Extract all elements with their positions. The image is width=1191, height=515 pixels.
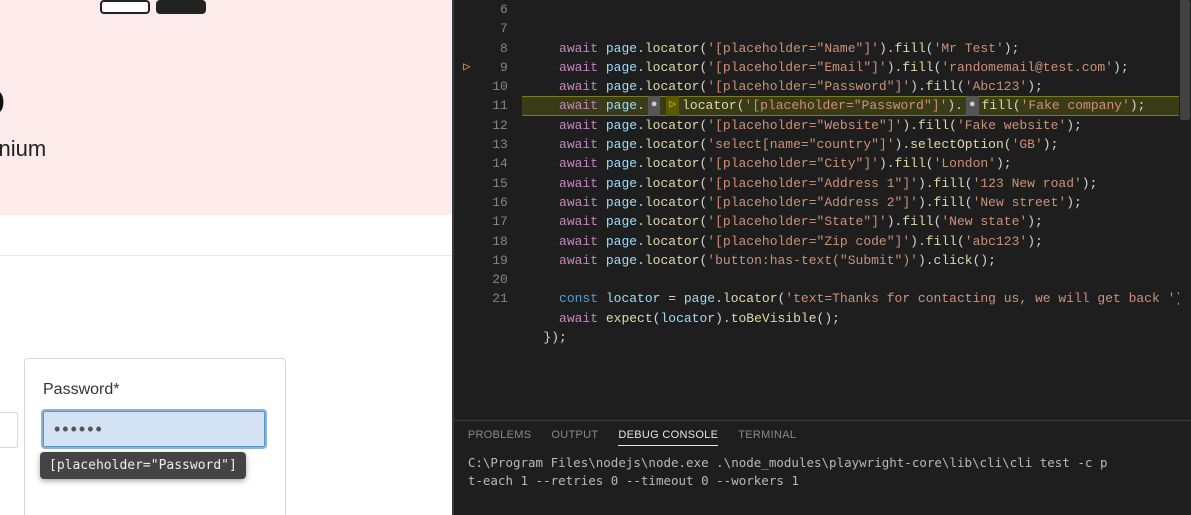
code-line[interactable]: await page.locator('select[name="country… <box>522 135 1191 154</box>
code-line[interactable]: await page.●▷locator('[placeholder="Pass… <box>522 96 1191 115</box>
code-line[interactable]: await page.locator('[placeholder="Addres… <box>522 193 1191 212</box>
debug-step-current-icon: ● <box>648 96 661 115</box>
code-area[interactable]: await page.locator('[placeholder="Name"]… <box>522 0 1191 420</box>
password-label: Password* <box>43 381 267 399</box>
logo-fragment: o <box>0 72 4 127</box>
code-line[interactable]: await page.locator('[placeholder="State"… <box>522 212 1191 231</box>
code-line[interactable]: await page.locator('[placeholder="Zip co… <box>522 232 1191 251</box>
code-line[interactable]: await expect(locator).toBeVisible(); <box>522 309 1191 328</box>
divider <box>0 255 452 256</box>
vertical-scrollbar[interactable] <box>1179 0 1191 420</box>
hero-band: o th Selenium <box>0 0 452 215</box>
code-line[interactable]: await page.locator('[placeholder="City"]… <box>522 154 1191 173</box>
debug-step-next-icon: ● <box>966 96 979 115</box>
tab-terminal[interactable]: TERMINAL <box>738 429 796 446</box>
code-line[interactable]: const locator = page.locator('text=Thank… <box>522 289 1191 308</box>
code-line[interactable]: await page.locator('[placeholder="Email"… <box>522 58 1191 77</box>
breakpoint-glyph-margin[interactable]: ▷ <box>454 0 480 420</box>
code-line[interactable]: await page.locator('[placeholder="Name"]… <box>522 39 1191 58</box>
code-line[interactable]: }); <box>522 328 1191 347</box>
editor-pane: ▷ 6789101112131415161718192021 await pag… <box>452 0 1191 515</box>
code-line[interactable]: await page.locator('[placeholder="Addres… <box>522 174 1191 193</box>
form-card: Password* <box>24 358 286 515</box>
hero-top-buttons <box>100 0 206 14</box>
line-number-gutter: 6789101112131415161718192021 <box>480 0 522 420</box>
tab-output[interactable]: OUTPUT <box>551 429 598 446</box>
scrollbar-thumb[interactable] <box>1180 0 1190 120</box>
bottom-panel: PROBLEMS OUTPUT DEBUG CONSOLE TERMINAL C… <box>454 420 1191 515</box>
code-line[interactable]: await page.locator('button:has-text("Sub… <box>522 251 1191 270</box>
hero-button-outline[interactable] <box>100 0 150 14</box>
inspector-selector-tooltip: [placeholder="Password"] <box>40 452 246 479</box>
browser-preview-pane: o th Selenium Password* [placeholder="Pa… <box>0 0 452 515</box>
code-editor[interactable]: ▷ 6789101112131415161718192021 await pag… <box>454 0 1191 420</box>
code-line[interactable] <box>522 270 1191 289</box>
password-input[interactable] <box>43 411 265 447</box>
debug-console-output[interactable]: C:\Program Files\nodejs\node.exe .\node_… <box>454 452 1191 492</box>
hero-button-filled[interactable] <box>156 0 206 14</box>
debug-step-play-icon: ▷ <box>666 96 679 115</box>
tab-problems[interactable]: PROBLEMS <box>468 429 532 446</box>
panel-tabs: PROBLEMS OUTPUT DEBUG CONSOLE TERMINAL <box>454 421 1191 452</box>
code-line[interactable]: await page.locator('[placeholder="Passwo… <box>522 77 1191 96</box>
subtitle-fragment: th Selenium <box>0 136 46 162</box>
adjacent-input-edge[interactable] <box>0 412 18 448</box>
code-line[interactable]: await page.locator('[placeholder="Websit… <box>522 116 1191 135</box>
tab-debug-console[interactable]: DEBUG CONSOLE <box>618 429 718 446</box>
